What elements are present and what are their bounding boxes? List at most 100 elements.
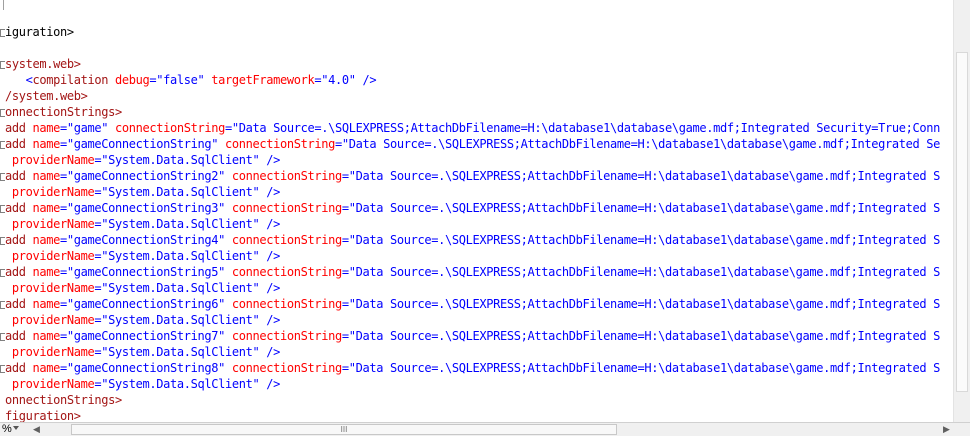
- code-token-val: "Data Source=.\SQLEXPRESS;AttachDbFilena…: [231, 121, 940, 135]
- code-token-val: "System.Data.SqlClient": [101, 185, 260, 199]
- code-token-punct: =: [341, 361, 349, 375]
- code-token-val: "Data Source=.\SQLEXPRESS;AttachDbFilena…: [348, 201, 941, 215]
- code-token-punct: =: [60, 361, 67, 375]
- code-line[interactable]: onnectionStrings>: [0, 104, 122, 120]
- code-line[interactable]: onnectionStrings>: [0, 392, 122, 408]
- code-token-attr: name: [25, 121, 60, 135]
- code-token-attr: connectionString: [225, 297, 342, 311]
- zoom-dropdown[interactable]: %: [0, 423, 14, 436]
- code-token-attr: name: [25, 361, 60, 375]
- code-token-punct: =: [335, 137, 342, 151]
- code-line[interactable]: add name="game" connectionString="Data S…: [0, 120, 940, 136]
- code-token-attr: providerName: [5, 185, 95, 199]
- scroll-right-icon[interactable]: ▶: [940, 424, 953, 435]
- code-line[interactable]: add name="gameConnectionString5" connect…: [0, 264, 940, 280]
- code-line[interactable]: <compilation debug="false" targetFramewo…: [0, 72, 377, 88]
- code-token-attr: name: [25, 169, 60, 183]
- code-token-punct: <: [5, 73, 33, 87]
- code-line[interactable]: add name="gameConnectionString4" connect…: [0, 232, 940, 248]
- code-token-punct: =: [341, 297, 349, 311]
- code-token-tag: add: [5, 137, 26, 151]
- code-token-punct: =: [60, 329, 67, 343]
- code-token-attr: connectionString: [108, 121, 225, 135]
- code-line[interactable]: add name="gameConnectionString7" connect…: [0, 328, 940, 344]
- code-line[interactable]: providerName="System.Data.SqlClient" />: [0, 184, 280, 200]
- code-token-tag: /system.web>: [5, 89, 88, 103]
- code-token-punct: />: [259, 281, 280, 295]
- code-token-punct: =: [60, 121, 67, 135]
- code-token-val: "Data Source=.\SQLEXPRESS;AttachDbFilena…: [348, 329, 941, 343]
- code-token-val: "Data Source=.\SQLEXPRESS;AttachDbFilena…: [348, 169, 941, 183]
- code-token-punct: =: [341, 233, 349, 247]
- code-line[interactable]: add name="gameConnectionString6" connect…: [0, 296, 940, 312]
- fold-guide-line: [3, 0, 4, 10]
- code-token-attr: debug: [108, 73, 150, 87]
- code-line[interactable]: add name="gameConnectionString2" connect…: [0, 168, 940, 184]
- code-token-tag: add: [5, 233, 26, 247]
- vertical-scrollbar-thumb[interactable]: [956, 52, 968, 392]
- code-token-punct: =: [341, 201, 349, 215]
- code-token-tag: add: [5, 169, 26, 183]
- code-line[interactable]: providerName="System.Data.SqlClient" />: [0, 344, 280, 360]
- code-token-val: "Data Source=.\SQLEXPRESS;AttachDbFilena…: [348, 265, 941, 279]
- code-token-attr: providerName: [5, 249, 95, 263]
- code-token-punct: />: [259, 345, 280, 359]
- code-token-val: "System.Data.SqlClient": [101, 217, 260, 231]
- horizontal-scrollbar-thumb[interactable]: III: [71, 424, 617, 435]
- code-line[interactable]: system.web>: [0, 56, 81, 72]
- code-token-val: "gameConnectionString": [66, 137, 219, 151]
- code-token-punct: />: [259, 249, 280, 263]
- code-token-attr: name: [25, 297, 60, 311]
- code-token-val: "System.Data.SqlClient": [101, 345, 260, 359]
- scrollbar-grip-icon: III: [340, 425, 348, 434]
- code-token-val: "game": [66, 121, 109, 135]
- code-token-tag: compilation: [32, 73, 109, 87]
- code-line[interactable]: add name="gameConnectionString8" connect…: [0, 360, 940, 376]
- code-line[interactable]: providerName="System.Data.SqlClient" />: [0, 248, 280, 264]
- code-token-punct: =: [341, 329, 349, 343]
- code-line[interactable]: providerName="System.Data.SqlClient" />: [0, 376, 280, 392]
- code-token-punct: =: [341, 265, 349, 279]
- zoom-dropdown-arrow-icon[interactable]: [13, 426, 19, 430]
- code-line[interactable]: add name="gameConnectionString" connecti…: [0, 136, 940, 152]
- code-editor[interactable]: iguration> system.web> <compilation debug…: [0, 0, 953, 422]
- code-line[interactable]: providerName="System.Data.SqlClient" />: [0, 312, 280, 328]
- code-token-attr: name: [25, 265, 60, 279]
- code-line[interactable]: /system.web>: [0, 88, 88, 104]
- code-token-tag: add: [5, 297, 26, 311]
- code-token-attr: name: [25, 329, 60, 343]
- scroll-left-icon[interactable]: ◀: [30, 424, 43, 435]
- code-token-punct: =: [60, 201, 67, 215]
- code-token-val: "4.0": [321, 73, 356, 87]
- code-token-punct: =: [225, 121, 232, 135]
- code-token-tag: system.web>: [5, 57, 81, 71]
- code-token-attr: providerName: [5, 313, 95, 327]
- code-token-punct: />: [259, 185, 280, 199]
- code-token-attr: providerName: [5, 153, 95, 167]
- code-token-tag: figuration>: [5, 409, 81, 422]
- code-token-punct: />: [259, 217, 280, 231]
- vertical-scrollbar[interactable]: [953, 0, 970, 422]
- code-line[interactable]: figuration>: [0, 408, 81, 422]
- code-token-attr: providerName: [5, 377, 95, 391]
- code-line[interactable]: providerName="System.Data.SqlClient" />: [0, 152, 280, 168]
- code-line[interactable]: providerName="System.Data.SqlClient" />: [0, 216, 280, 232]
- code-token-attr: providerName: [5, 345, 95, 359]
- code-token-val: "false": [156, 73, 205, 87]
- code-token-val: "System.Data.SqlClient": [101, 153, 260, 167]
- code-token-tag: onnectionStrings>: [5, 393, 122, 407]
- code-token-attr: name: [25, 137, 60, 151]
- code-line[interactable]: iguration>: [0, 24, 74, 40]
- horizontal-scrollbar[interactable]: III: [44, 424, 940, 435]
- code-token-punct: =: [60, 169, 67, 183]
- code-token-attr: providerName: [5, 281, 95, 295]
- code-token-tag: add: [5, 265, 26, 279]
- code-token-attr: connectionString: [225, 361, 342, 375]
- code-token-punct: />: [355, 73, 377, 87]
- code-line[interactable]: providerName="System.Data.SqlClient" />: [0, 280, 280, 296]
- code-line[interactable]: [0, 40, 5, 56]
- code-token-punct: />: [259, 313, 280, 327]
- code-token-attr: connectionString: [225, 233, 342, 247]
- code-token-punct: =: [60, 233, 67, 247]
- code-line[interactable]: add name="gameConnectionString3" connect…: [0, 200, 940, 216]
